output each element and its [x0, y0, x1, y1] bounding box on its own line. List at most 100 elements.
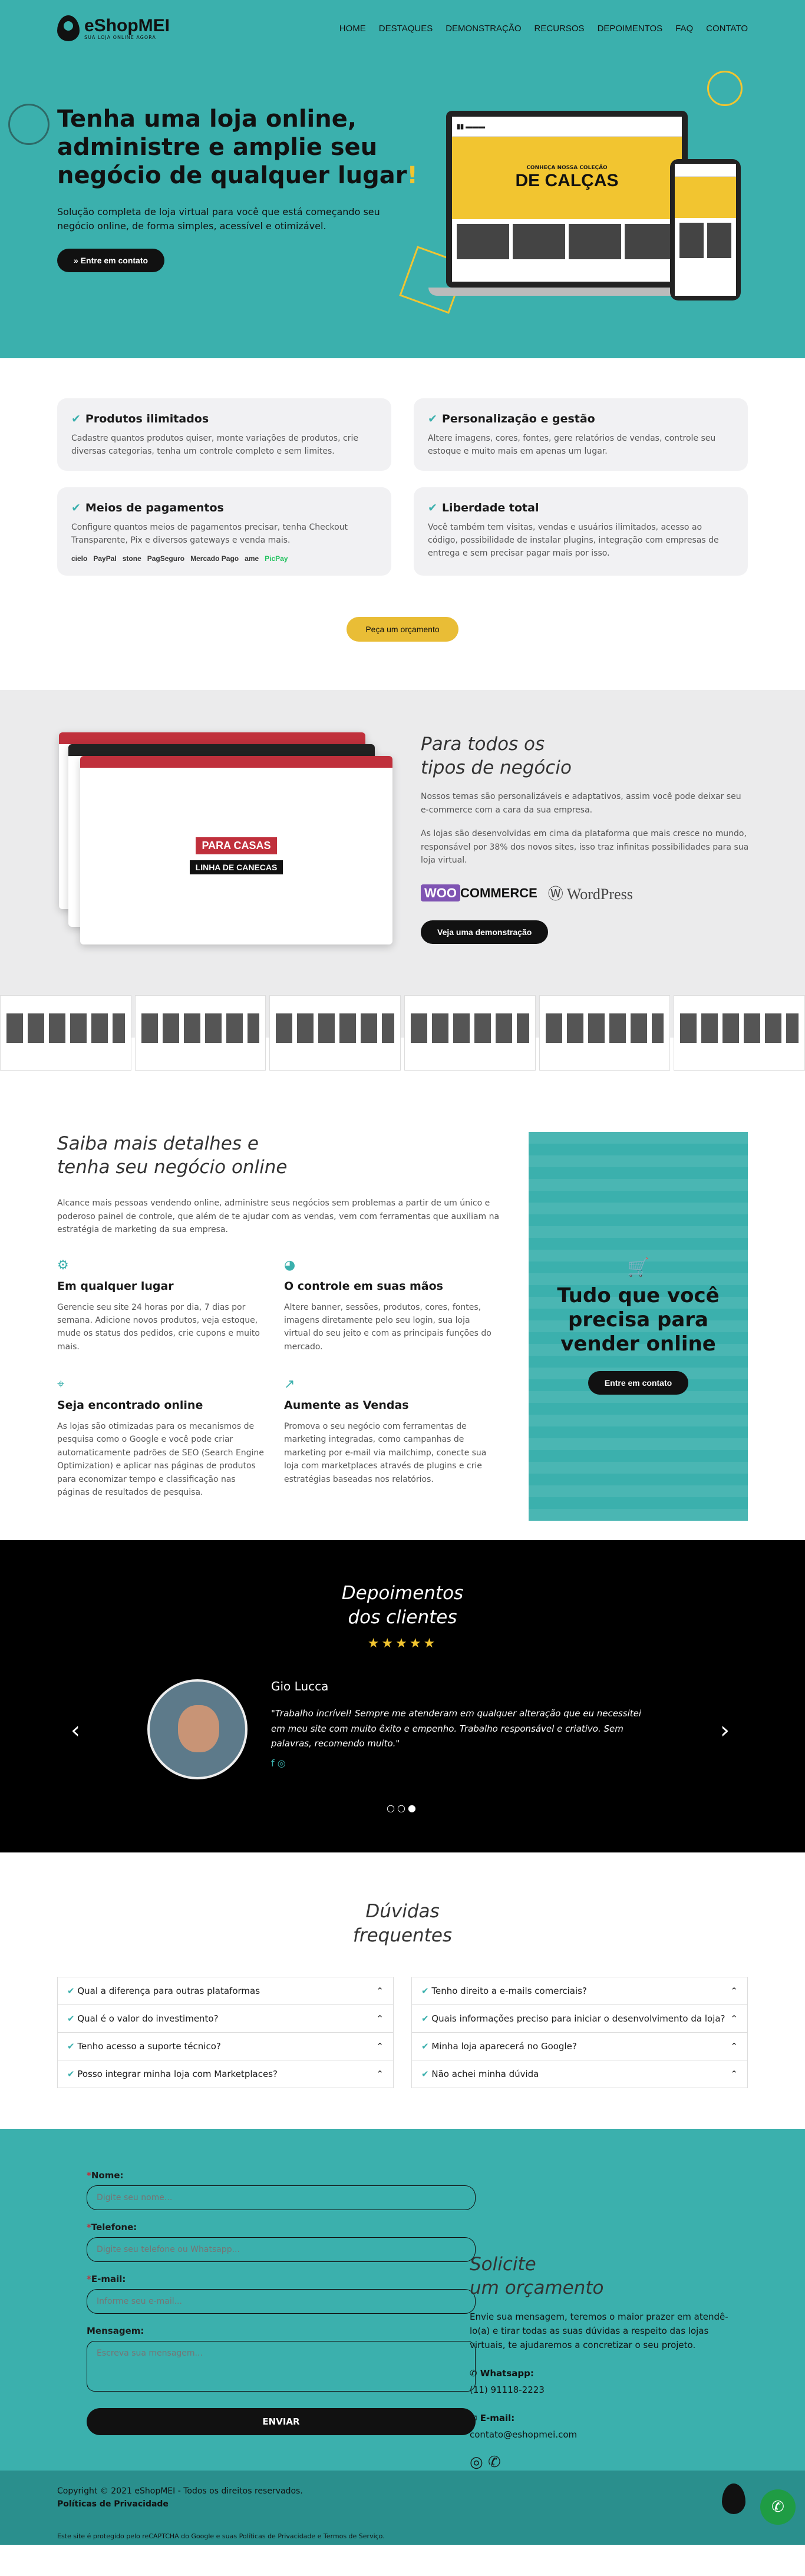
contact-section: *Nome: *Telefone: *E-mail: Mensagem: ENV…: [0, 2129, 805, 2471]
check-icon: ✔: [428, 501, 437, 515]
whatsapp-float-button[interactable]: ✆: [760, 2489, 796, 2525]
detail-text: Gerencie seu site 24 horas por dia, 7 di…: [57, 1302, 260, 1352]
templates-paragraph: Nossos temas são personalizáveis e adapt…: [421, 792, 741, 815]
details-cta-panel: 🛒 Tudo que você precisa para vender onli…: [529, 1131, 748, 1521]
template-preview-sub: LINHA DE CANECAS: [189, 860, 283, 875]
feature-text: Configure quantos meios de pagamentos pr…: [71, 523, 348, 546]
payment-logo: PicPay: [265, 554, 288, 563]
map-icon: ⌖: [57, 1377, 65, 1392]
panel-contact-button[interactable]: Entre em contato: [588, 1371, 689, 1395]
faq-item[interactable]: ✔ Posso integrar minha loja com Marketpl…: [57, 2060, 394, 2089]
payment-logo: PayPal: [93, 554, 117, 563]
faq-section: Dúvidas frequentes ✔ Qual a diferença par…: [0, 1852, 805, 2129]
contact-title: Solicite um orçamento: [470, 2253, 747, 2300]
demo-button[interactable]: Veja uma demonstração: [421, 920, 549, 944]
mockup-store-header: ▮▮ ▬▬▬: [452, 117, 682, 137]
nav-faq[interactable]: FAQ: [675, 24, 693, 34]
privacy-link[interactable]: Políticas de Privacidade: [57, 2498, 748, 2511]
payment-logo: cielo: [71, 554, 88, 563]
faq-title: Dúvidas frequentes: [57, 1900, 748, 1947]
testimonials-title-2: dos clientes: [348, 1606, 457, 1628]
hero-title-text: Tenha uma loja online, administre e ampl…: [57, 105, 407, 189]
hero-title: Tenha uma loja online, administre e ampl…: [57, 105, 423, 190]
feature-title: Liberdade total: [441, 501, 539, 515]
hero-contact-label: Entre em contato: [80, 256, 149, 265]
chevron-up-icon: ⌃: [730, 2013, 738, 2025]
faq-item[interactable]: ✔ Minha loja aparecerá no Google? ⌃: [411, 2032, 748, 2061]
message-label: Mensagem:: [87, 2326, 144, 2337]
name-input[interactable]: [87, 2185, 476, 2211]
nav-destaques[interactable]: DESTAQUES: [379, 24, 433, 34]
email-address[interactable]: contato@eshopmei.com: [470, 2428, 747, 2442]
hero-section: eShopMEI SUA LOJA ONLINE AGORA HOME DEST…: [0, 0, 805, 358]
whatsapp-label: ✆ Whatsapp:: [470, 2367, 534, 2379]
faq-item[interactable]: ✔ Qual a diferença para outras plataform…: [57, 1977, 394, 2006]
details-title-2: tenha seu negócio online: [57, 1157, 288, 1178]
wordpress-logo: Ⓦ WordPress: [547, 886, 633, 903]
templates-title-1: Para todos os: [421, 733, 545, 755]
nav-home[interactable]: HOME: [339, 24, 366, 34]
logo-text: eShopMEI: [84, 15, 170, 35]
hero-contact-button[interactable]: » Entre em contato: [57, 249, 165, 272]
check-icon: ✔: [71, 412, 81, 425]
faq-question: Qual é o valor do investimento?: [77, 2013, 219, 2025]
feature-card: ✔ Liberdade total Você também tem visitas,…: [414, 487, 748, 576]
chevron-up-icon: ⌃: [376, 2013, 384, 2025]
template-screens-strip: [0, 995, 805, 1071]
template-preview-title: PARA CASAS: [196, 837, 277, 855]
faq-item[interactable]: ✔ Tenho acesso a suporte técnico? ⌃: [57, 2032, 394, 2061]
message-input[interactable]: [87, 2341, 476, 2392]
testimonial-social-icons[interactable]: f ◎: [271, 1758, 648, 1769]
testimonial-quote: "Trabalho incrível! Sempre me atenderam …: [271, 1708, 642, 1749]
phone-label: *Telefone:: [87, 2222, 137, 2233]
features-section: ✔ Produtos ilimitados Cadastre quantos pro…: [0, 358, 805, 665]
details-title-1: Saiba mais detalhes e: [57, 1132, 259, 1154]
prev-arrow-icon[interactable]: ‹: [71, 1717, 80, 1744]
detail-title: Em qualquer lugar: [57, 1279, 174, 1293]
faq-item[interactable]: ✔ Não achei minha dúvida ⌃: [411, 2060, 748, 2089]
phone-input[interactable]: [87, 2237, 476, 2263]
faq-question: Tenho acesso a suporte técnico?: [77, 2041, 221, 2052]
carousel-dots[interactable]: ○○●: [0, 1802, 805, 1814]
quote-button[interactable]: Peça um orçamento: [347, 616, 458, 642]
feature-card: ✔ Personalização e gestão Altere imagens, …: [414, 398, 748, 471]
panel-title: Tudo que você precisa para vender online: [557, 1284, 720, 1356]
email-input[interactable]: [87, 2289, 476, 2314]
wordpress-logo-text: WordPress: [566, 886, 633, 903]
send-button[interactable]: ENVIAR: [87, 2408, 476, 2436]
woo-logo-part: WOO: [421, 884, 460, 901]
faq-question: Tenho direito a e-mails comerciais?: [431, 1986, 587, 1997]
chevron-up-icon: ⌃: [730, 2069, 738, 2080]
faq-item[interactable]: ✔ Qual é o valor do investimento? ⌃: [57, 2004, 394, 2033]
whatsapp-number[interactable]: (11) 91118-2223: [470, 2383, 747, 2397]
feature-title: Personalização e gestão: [441, 412, 595, 425]
nav-recursos[interactable]: RECURSOS: [535, 24, 585, 34]
templates-paragraph: As lojas são desenvolvidas em cima da pl…: [421, 829, 749, 865]
feature-text: Cadastre quantos produtos quiser, monte …: [71, 434, 358, 456]
feature-card: ✔ Produtos ilimitados Cadastre quantos pro…: [57, 398, 391, 471]
main-nav: eShopMEI SUA LOJA ONLINE AGORA HOME DEST…: [57, 0, 748, 57]
email-info-label: ✉ E-mail:: [470, 2412, 515, 2423]
details-intro: Alcance mais pessoas vendendo online, ad…: [57, 1198, 500, 1235]
cart-icon: 🛒: [627, 1257, 649, 1279]
nav-demonstracao[interactable]: DEMONSTRAÇÃO: [446, 24, 521, 34]
faq-question: Minha loja aparecerá no Google?: [431, 2041, 577, 2052]
nav-contato[interactable]: CONTATO: [706, 24, 748, 34]
payment-logo: ame: [245, 554, 259, 563]
social-icons[interactable]: ◎ ✆: [470, 2453, 747, 2471]
nav-depoimentos[interactable]: DEPOIMENTOS: [598, 24, 663, 34]
detail-item: ◕ O controle em suas mãos Altere banner, s…: [284, 1258, 493, 1354]
logo[interactable]: eShopMEI SUA LOJA ONLINE AGORA: [57, 15, 170, 41]
next-arrow-icon[interactable]: ›: [720, 1717, 730, 1744]
email-label: *E-mail:: [87, 2274, 126, 2285]
faq-item[interactable]: ✔ Tenho direito a e-mails comerciais? ⌃: [411, 1977, 748, 2006]
detail-item: ⌖ Seja encontrado online As lojas são otim…: [57, 1377, 266, 1499]
faq-item[interactable]: ✔ Quais informações preciso para iniciar…: [411, 2004, 748, 2033]
mockup-banner-big: DE CALÇAS: [515, 171, 619, 190]
chevron-up-icon: ⌃: [376, 2069, 384, 2080]
payment-logo: Mercado Pago: [190, 554, 239, 563]
detail-item: ⚙ Em qualquer lugar Gerencie seu site 24 h…: [57, 1258, 266, 1354]
templates-title-2: tipos de negócio: [421, 757, 572, 779]
faq-question: Qual a diferença para outras plataformas: [77, 1986, 260, 1997]
mockup-product-grid: [452, 219, 682, 264]
